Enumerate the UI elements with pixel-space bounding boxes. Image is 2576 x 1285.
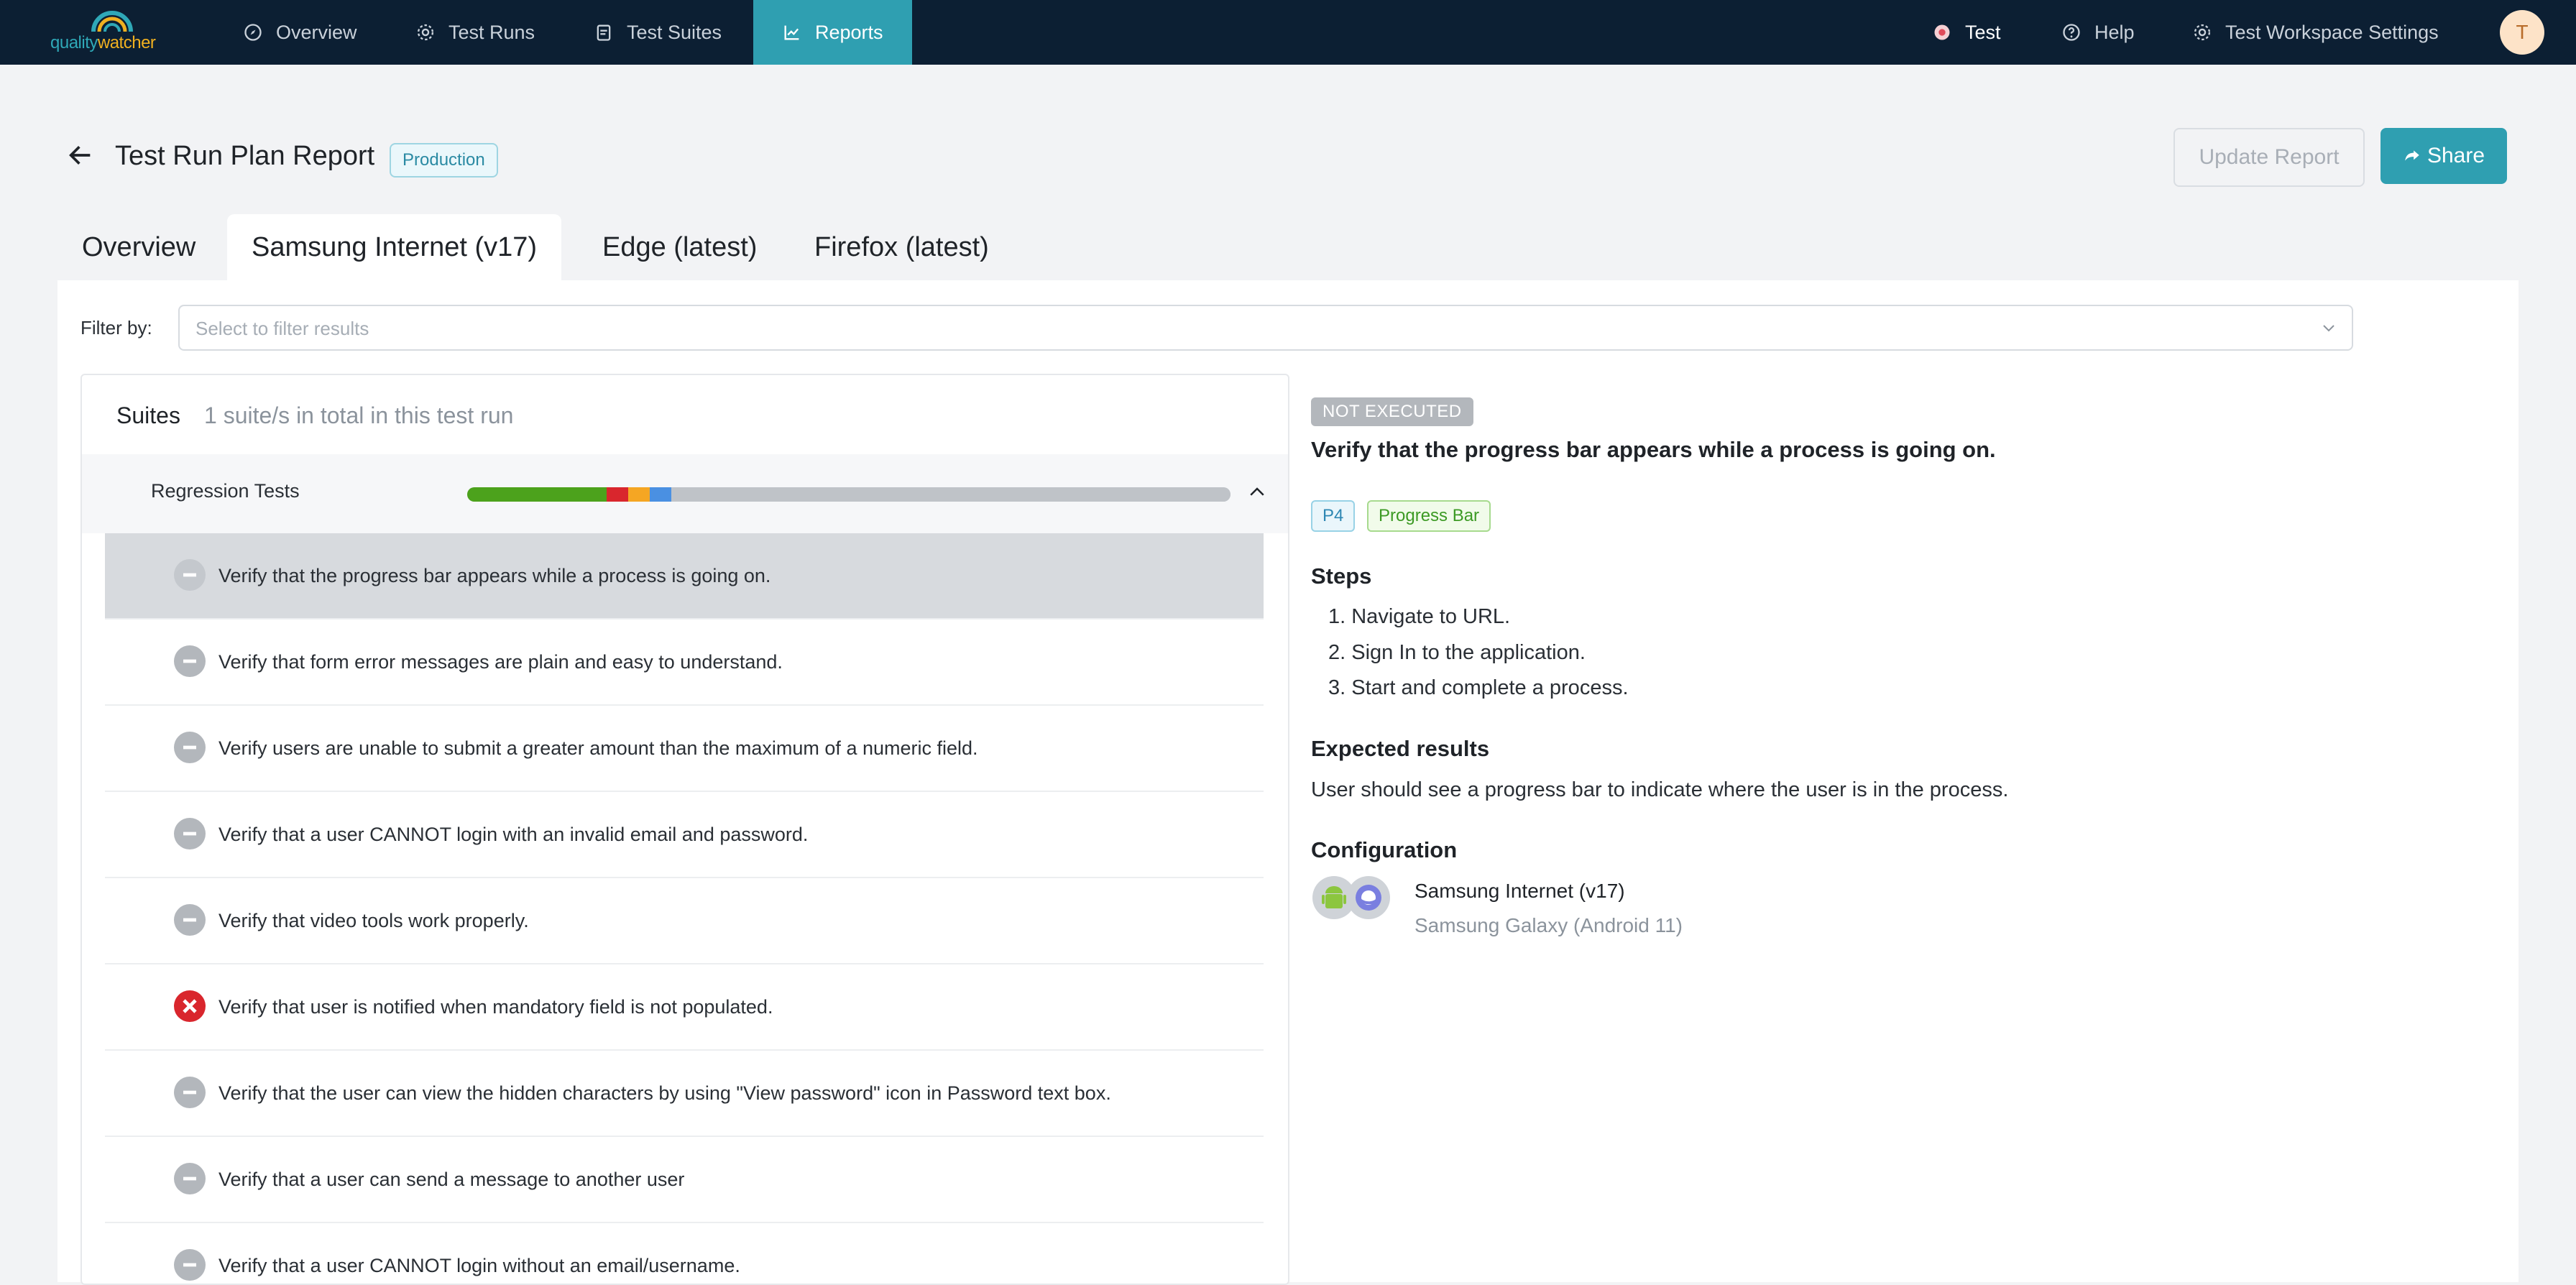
user-avatar[interactable]: T <box>2500 10 2544 55</box>
config-browser: Samsung Internet (v17) <box>1414 880 1625 902</box>
step-item: 1. Navigate to URL. <box>1328 605 1511 628</box>
update-report-button[interactable]: Update Report <box>2174 128 2365 187</box>
config-device: Samsung Galaxy (Android 11) <box>1414 914 1683 936</box>
progress-segment-retest <box>649 487 671 502</box>
chevron-down-icon <box>2323 325 2334 332</box>
progress-segment-not-executed <box>671 487 1230 502</box>
test-case-row[interactable]: Verify that form error messages are plai… <box>105 620 1264 706</box>
tab-overview[interactable]: Overview <box>58 214 220 280</box>
not-executed-icon <box>174 1077 206 1108</box>
test-case-title: Verify that a user CANNOT login with an … <box>218 824 809 845</box>
back-arrow-icon[interactable] <box>66 141 95 170</box>
top-navigation: qualitywatcher Overview Test Runs Test S… <box>0 0 2576 65</box>
not-executed-icon <box>174 645 206 677</box>
android-icon <box>1312 876 1390 919</box>
test-case-row[interactable]: Verify that user is notified when mandat… <box>105 964 1264 1051</box>
test-case-row[interactable]: Verify users are unable to submit a grea… <box>105 706 1264 792</box>
test-case-row[interactable]: Verify that a user CANNOT login without … <box>105 1223 1264 1284</box>
test-case-title: Verify users are unable to submit a grea… <box>218 737 978 759</box>
step-item: 2. Sign In to the application. <box>1328 641 1586 664</box>
nav-workspace-settings-label: Test Workspace Settings <box>2225 21 2439 43</box>
suite-name: Regression Tests <box>151 480 300 502</box>
test-case-row[interactable]: Verify that the progress bar appears whi… <box>105 533 1264 620</box>
test-case-title: Verify that the user can view the hidden… <box>218 1082 1111 1104</box>
nav-reports[interactable]: Reports <box>753 0 912 65</box>
not-executed-icon <box>174 559 206 591</box>
not-executed-icon <box>174 1249 206 1281</box>
workspace-label: Test <box>1965 21 2001 43</box>
progress-segment-blocked <box>628 487 650 502</box>
nav-test-suites[interactable]: Test Suites <box>594 0 722 65</box>
gear-icon <box>417 24 434 41</box>
configuration-icons <box>1311 874 1396 921</box>
step-item: 3. Start and complete a process. <box>1328 676 1629 699</box>
nav-overview[interactable]: Overview <box>243 0 357 65</box>
not-executed-icon <box>174 818 206 849</box>
logo-part-2: watcher <box>97 33 156 52</box>
priority-tag: P4 <box>1311 500 1356 532</box>
chart-line-icon <box>784 25 799 40</box>
nav-test-runs[interactable]: Test Runs <box>415 0 535 65</box>
test-case-title: Verify that user is notified when mandat… <box>218 996 773 1018</box>
tab-samsung-internet[interactable]: Samsung Internet (v17) <box>227 214 562 280</box>
not-executed-icon <box>174 904 206 936</box>
nav-reports-label: Reports <box>815 21 883 43</box>
failed-x-icon <box>174 990 206 1022</box>
workspace-icon <box>1934 24 1950 40</box>
environment-badge: Production <box>390 143 498 178</box>
test-case-title: Verify that the progress bar appears whi… <box>218 565 771 586</box>
test-case-title: Verify that a user can send a message to… <box>218 1169 685 1190</box>
nav-workspace-settings[interactable]: Test Workspace Settings <box>2192 0 2439 65</box>
status-badge: NOT EXECUTED <box>1311 397 1473 426</box>
progress-segment-failed <box>607 487 629 502</box>
suites-subheading: 1 suite/s in total in this test run <box>204 402 514 428</box>
test-case-row[interactable]: Verify that video tools work properly. <box>105 878 1264 964</box>
steps-heading: Steps <box>1311 563 1372 589</box>
logo-part-1: quality <box>50 33 98 52</box>
test-case-row[interactable]: Verify that a user can send a message to… <box>105 1137 1264 1223</box>
progress-segment-passed <box>467 487 607 502</box>
configuration-heading: Configuration <box>1311 837 1458 862</box>
expected-results-heading: Expected results <box>1311 736 1490 761</box>
share-icon <box>2405 150 2419 161</box>
test-case-row[interactable]: Verify that the user can view the hidden… <box>105 1051 1264 1137</box>
nav-help-label: Help <box>2094 21 2135 43</box>
clipboard-icon <box>597 24 611 41</box>
test-case-title: Verify that video tools work properly. <box>218 910 529 931</box>
page-title: Test Run Plan Report <box>115 141 375 171</box>
chevron-up-icon[interactable] <box>1246 482 1268 503</box>
logo-wordmark: qualitywatcher <box>50 33 156 53</box>
workspace-switcher[interactable]: Test <box>1932 0 2001 65</box>
filter-placeholder: Select to filter results <box>196 318 369 339</box>
gear-icon <box>2194 24 2211 41</box>
nav-test-suites-label: Test Suites <box>627 21 722 43</box>
test-case-row[interactable]: Verify that a user CANNOT login with an … <box>105 792 1264 878</box>
suite-progress-bar <box>467 487 1230 502</box>
test-case-title: Verify that the progress bar appears whi… <box>1311 437 1996 462</box>
filter-select[interactable]: Select to filter results <box>178 305 2353 351</box>
nav-help[interactable]: Help <box>2061 0 2135 65</box>
tab-firefox[interactable]: Firefox (latest) <box>790 214 1013 280</box>
not-executed-icon <box>174 732 206 763</box>
not-executed-icon <box>174 1163 206 1194</box>
share-button[interactable]: Share <box>2380 128 2507 184</box>
tab-edge[interactable]: Edge (latest) <box>578 214 781 280</box>
compass-icon <box>244 24 262 41</box>
suite-row-regression[interactable]: Regression Tests <box>82 454 1288 533</box>
expected-results-text: User should see a progress bar to indica… <box>1311 778 2009 801</box>
test-case-title: Verify that a user CANNOT login without … <box>218 1255 740 1276</box>
suites-heading: Suites <box>116 402 180 428</box>
help-circle-icon <box>2063 24 2080 41</box>
nav-test-runs-label: Test Runs <box>448 21 535 43</box>
feature-tag: Progress Bar <box>1367 500 1491 532</box>
filter-label: Filter by: <box>80 317 152 338</box>
nav-overview-label: Overview <box>276 21 357 43</box>
suites-card: Suites 1 suite/s in total in this test r… <box>80 374 1289 1285</box>
test-case-title: Verify that form error messages are plai… <box>218 651 783 673</box>
share-button-label: Share <box>2426 144 2485 167</box>
